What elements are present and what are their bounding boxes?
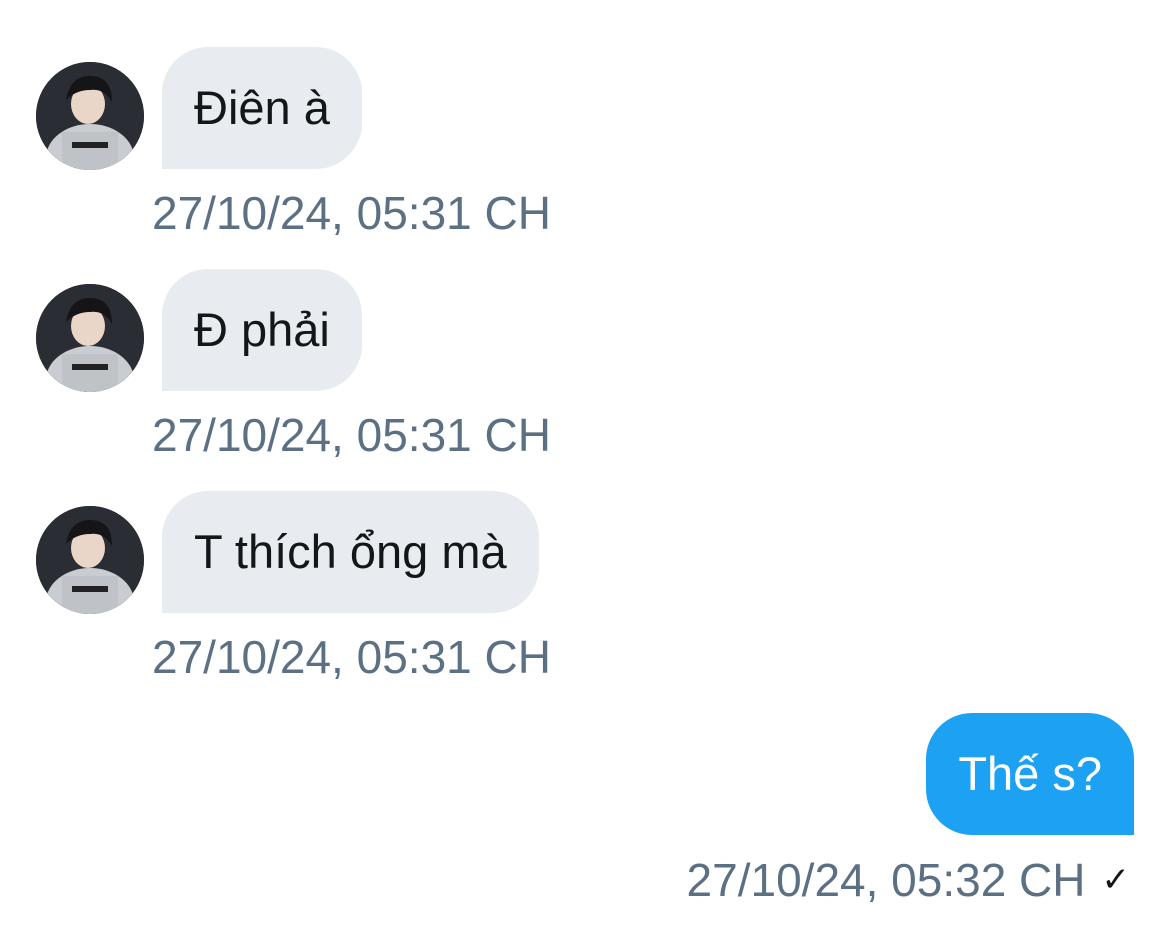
user-avatar-icon: [36, 506, 144, 614]
message-bubble[interactable]: Đ phải: [162, 269, 362, 391]
message-timestamp: 27/10/24, 05:31 CH: [152, 409, 551, 461]
message-timestamp: 27/10/24, 05:31 CH: [152, 187, 551, 239]
user-avatar-icon: [36, 284, 144, 392]
avatar[interactable]: [36, 284, 144, 392]
avatar[interactable]: [36, 62, 144, 170]
message-timestamp: 27/10/24, 05:31 CH: [152, 631, 551, 683]
checkmark-icon: ✓: [1101, 860, 1131, 900]
user-avatar-icon: [36, 62, 144, 170]
avatar[interactable]: [36, 506, 144, 614]
message-timestamp-outgoing: 27/10/24, 05:32 CH ✓: [687, 852, 1130, 908]
message-bubble[interactable]: T thích ổng mà: [162, 491, 539, 613]
message-bubble[interactable]: Điên à: [162, 47, 362, 169]
message-bubble-outgoing[interactable]: Thế s?: [926, 713, 1134, 835]
timestamp-text: 27/10/24, 05:32 CH: [686, 854, 1086, 906]
